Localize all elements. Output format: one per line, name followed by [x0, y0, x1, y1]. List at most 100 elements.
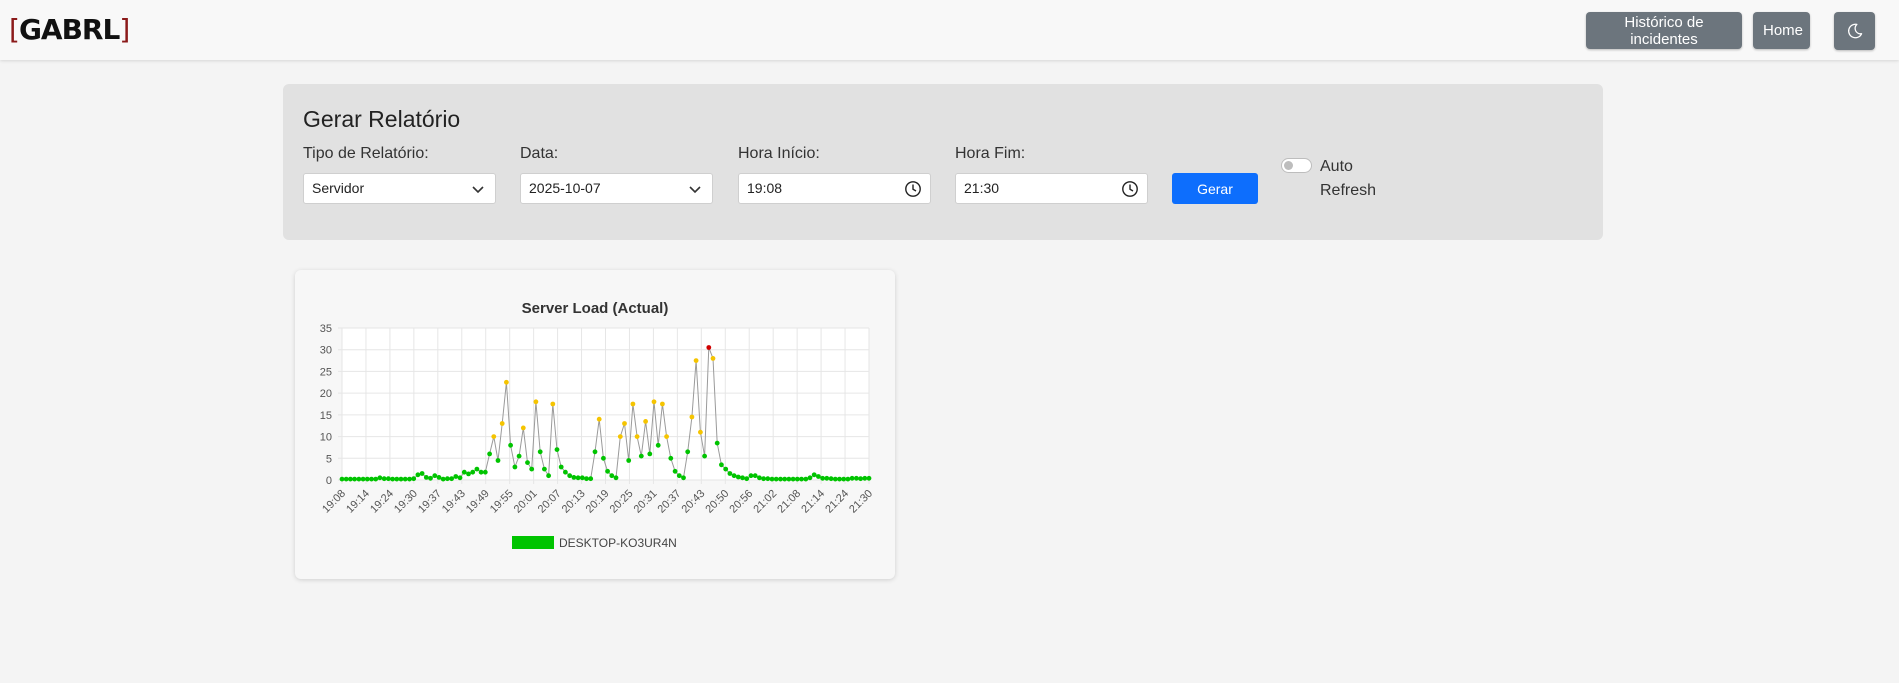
clock-icon[interactable]: [1121, 180, 1139, 198]
clock-icon[interactable]: [904, 180, 922, 198]
data-point: [588, 476, 594, 482]
data-point: [457, 475, 463, 481]
x-tick-label: 20:50: [703, 488, 731, 516]
data-point: [423, 475, 429, 480]
data-point: [364, 476, 370, 482]
data-point: [390, 476, 395, 482]
end-time-field[interactable]: 21:30: [955, 173, 1148, 204]
data-point: [445, 476, 450, 482]
data-point: [723, 466, 729, 472]
data-point: [719, 462, 724, 468]
data-point: [487, 451, 492, 457]
data-point: [685, 449, 691, 455]
data-point: [482, 469, 488, 475]
moon-icon: [1847, 23, 1862, 39]
data-point: [533, 399, 539, 405]
x-tick-label: 21:14: [799, 488, 827, 516]
data-point: [432, 473, 438, 479]
data-point: [799, 476, 804, 482]
logo-bracket-left: [: [9, 13, 20, 46]
data-point: [592, 449, 598, 455]
data-point: [474, 466, 480, 472]
data-point: [702, 453, 707, 459]
data-point: [668, 455, 674, 461]
data-point: [571, 475, 577, 480]
x-tick-label: 20:19: [584, 488, 612, 516]
data-point: [596, 416, 602, 422]
data-point: [537, 449, 543, 455]
y-tick-label: 20: [320, 388, 332, 400]
x-tick-label: 19:43: [440, 488, 468, 516]
generate-button[interactable]: Gerar: [1172, 173, 1258, 204]
data-point: [849, 475, 855, 481]
data-point: [558, 464, 564, 470]
auto-refresh-label: Auto Refresh: [1320, 158, 1377, 199]
data-point: [727, 471, 733, 476]
data-point: [769, 476, 775, 482]
data-point: [790, 476, 796, 482]
data-point: [470, 469, 476, 475]
data-point: [698, 429, 703, 435]
report-type-value: Servidor: [312, 180, 365, 196]
y-tick-label: 10: [320, 432, 332, 444]
date-field[interactable]: 2025-10-07: [520, 173, 713, 204]
data-point: [394, 476, 400, 482]
theme-toggle-button[interactable]: [1834, 12, 1875, 50]
x-tick-label: 19:49: [464, 488, 492, 516]
data-point: [672, 468, 678, 474]
data-point: [858, 476, 863, 482]
data-point: [786, 476, 792, 482]
data-point: [348, 476, 353, 482]
legend-swatch: [512, 536, 554, 549]
legend-label: DESKTOP-KO3UR4N: [559, 536, 677, 550]
data-point: [609, 473, 615, 479]
data-point: [369, 476, 374, 482]
data-point: [735, 474, 741, 480]
data-point: [655, 442, 661, 448]
data-point: [638, 453, 644, 459]
data-point: [824, 475, 830, 481]
data-point: [601, 455, 606, 461]
chart-legend[interactable]: DESKTOP-KO3UR4N: [512, 536, 677, 550]
start-time-field[interactable]: 19:08: [738, 173, 931, 204]
data-point: [520, 425, 526, 431]
data-point: [491, 434, 497, 439]
y-tick-label: 15: [320, 410, 332, 422]
chevron-down-icon: [472, 186, 484, 194]
data-point: [862, 475, 868, 481]
home-button[interactable]: Home: [1753, 12, 1810, 49]
data-point: [744, 476, 750, 482]
x-tick-label: 20:43: [679, 488, 707, 516]
x-tick-label: 21:02: [751, 488, 779, 516]
data-point: [584, 476, 589, 482]
data-point: [563, 469, 568, 475]
data-point: [529, 466, 535, 472]
report-type-select[interactable]: Servidor: [303, 173, 496, 204]
y-tick-label: 5: [326, 453, 332, 465]
data-point: [381, 476, 387, 482]
start-time-value: 19:08: [747, 180, 783, 196]
x-tick-label: 20:37: [656, 488, 684, 516]
data-point: [461, 469, 467, 475]
data-point: [398, 476, 404, 482]
logo[interactable]: [GABRL]: [9, 13, 130, 46]
data-point: [837, 476, 842, 482]
data-point: [740, 475, 745, 481]
data-point: [643, 419, 648, 424]
data-point: [778, 476, 783, 482]
data-point: [693, 358, 699, 363]
auto-refresh-toggle[interactable]: [1281, 158, 1312, 173]
data-point: [453, 474, 459, 479]
x-tick-label: 19:30: [392, 488, 420, 516]
data-point: [626, 458, 632, 463]
data-point: [773, 476, 779, 482]
data-point: [550, 401, 556, 407]
report-type-label: Tipo de Relatório:: [303, 145, 429, 162]
data-point: [676, 473, 682, 479]
x-axis: 19:0819:1419:2419:3019:3719:4319:4919:55…: [320, 488, 875, 516]
data-point: [343, 476, 349, 482]
server-load-chart: Server Load (Actual) 0 5 10 15 20 25 30 35 19:0…: [320, 300, 875, 550]
data-point: [512, 464, 518, 470]
data-point: [360, 476, 366, 482]
incident-history-button[interactable]: Histórico de incidentes: [1586, 12, 1742, 49]
